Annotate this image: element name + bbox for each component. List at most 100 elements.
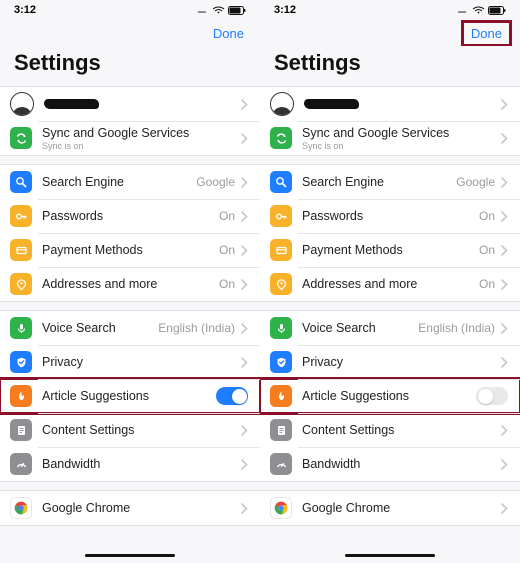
- chrome-icon: [270, 497, 292, 519]
- page-title: Settings: [0, 46, 260, 86]
- chevron-right-icon: [241, 459, 248, 470]
- row-passwords[interactable]: Passwords On: [260, 199, 520, 233]
- article-toggle[interactable]: [476, 387, 508, 405]
- top-bar: Done: [0, 20, 260, 46]
- account-name-redacted: [44, 99, 99, 109]
- battery-icon: [488, 6, 506, 15]
- signal-icon: [197, 6, 209, 14]
- chevron-right-icon: [241, 357, 248, 368]
- row-addresses-value: On: [219, 277, 235, 291]
- group-advanced: Voice Search English (India) Privacy Art…: [0, 310, 260, 482]
- row-bandwidth-label: Bandwidth: [42, 457, 100, 471]
- flame-icon: [270, 385, 292, 407]
- row-payment[interactable]: Payment Methods On: [260, 233, 520, 267]
- row-passwords-value: On: [219, 209, 235, 223]
- chevron-right-icon: [501, 357, 508, 368]
- row-sync-label: Sync and Google Services: [302, 126, 501, 140]
- row-account[interactable]: [0, 87, 260, 121]
- address-icon: [270, 273, 292, 295]
- chevron-right-icon: [241, 133, 248, 144]
- row-search-engine[interactable]: Search Engine Google: [0, 165, 260, 199]
- chevron-right-icon: [241, 177, 248, 188]
- page-title: Settings: [260, 46, 520, 86]
- row-voice-value: English (India): [418, 321, 495, 335]
- chevron-right-icon: [241, 503, 248, 514]
- row-payment[interactable]: Payment Methods On: [0, 233, 260, 267]
- row-content-settings[interactable]: Content Settings: [0, 413, 260, 447]
- row-privacy[interactable]: Privacy: [260, 345, 520, 379]
- row-sync[interactable]: Sync and Google Services Sync is on: [0, 121, 260, 155]
- row-payment-value: On: [479, 243, 495, 257]
- group-advanced: Voice Search English (India) Privacy Art…: [260, 310, 520, 482]
- row-addresses-value: On: [479, 277, 495, 291]
- row-sync[interactable]: Sync and Google Services Sync is on: [260, 121, 520, 155]
- chevron-right-icon: [501, 425, 508, 436]
- chevron-right-icon: [241, 245, 248, 256]
- chrome-icon: [10, 497, 32, 519]
- status-right: [457, 6, 506, 15]
- wifi-icon: [472, 6, 485, 14]
- row-addresses[interactable]: Addresses and more On: [260, 267, 520, 301]
- top-bar: Done: [260, 20, 520, 46]
- row-passwords-label: Passwords: [42, 209, 103, 223]
- row-sync-subtitle: Sync is on: [42, 141, 241, 151]
- doc-icon: [10, 419, 32, 441]
- row-google-chrome[interactable]: Google Chrome: [0, 491, 260, 525]
- battery-icon: [228, 6, 246, 15]
- chevron-right-icon: [501, 503, 508, 514]
- row-article-label: Article Suggestions: [302, 389, 409, 403]
- row-google-chrome[interactable]: Google Chrome: [260, 491, 520, 525]
- row-search-engine-label: Search Engine: [42, 175, 124, 189]
- row-search-engine[interactable]: Search Engine Google: [260, 165, 520, 199]
- article-toggle[interactable]: [216, 387, 248, 405]
- row-voice[interactable]: Voice Search English (India): [0, 311, 260, 345]
- status-time: 3:12: [14, 4, 36, 16]
- row-voice-value: English (India): [158, 321, 235, 335]
- chevron-right-icon: [241, 279, 248, 290]
- row-account[interactable]: [260, 87, 520, 121]
- row-content-settings[interactable]: Content Settings: [260, 413, 520, 447]
- group-chrome: Google Chrome: [0, 490, 260, 526]
- shield-icon: [270, 351, 292, 373]
- row-payment-label: Payment Methods: [302, 243, 403, 257]
- done-button[interactable]: Done: [207, 24, 250, 43]
- row-content-label: Content Settings: [302, 423, 394, 437]
- done-button[interactable]: Done: [463, 22, 510, 45]
- home-indicator[interactable]: [345, 554, 435, 558]
- signal-icon: [457, 6, 469, 14]
- chevron-right-icon: [241, 323, 248, 334]
- row-bandwidth[interactable]: Bandwidth: [0, 447, 260, 481]
- row-bandwidth-label: Bandwidth: [302, 457, 360, 471]
- shield-icon: [10, 351, 32, 373]
- mic-icon: [10, 317, 32, 339]
- row-passwords[interactable]: Passwords On: [0, 199, 260, 233]
- gauge-icon: [10, 453, 32, 475]
- gauge-icon: [270, 453, 292, 475]
- row-article-suggestions[interactable]: Article Suggestions: [260, 379, 520, 413]
- row-voice[interactable]: Voice Search English (India): [260, 311, 520, 345]
- row-passwords-label: Passwords: [302, 209, 363, 223]
- chevron-right-icon: [241, 211, 248, 222]
- key-icon: [270, 205, 292, 227]
- search-icon: [270, 171, 292, 193]
- group-account: Sync and Google Services Sync is on: [260, 86, 520, 156]
- chevron-right-icon: [501, 245, 508, 256]
- chevron-right-icon: [501, 99, 508, 110]
- doc-icon: [270, 419, 292, 441]
- row-chrome-label: Google Chrome: [42, 501, 130, 515]
- status-bar: 3:12: [260, 0, 520, 20]
- row-addresses[interactable]: Addresses and more On: [0, 267, 260, 301]
- status-bar: 3:12: [0, 0, 260, 20]
- row-article-label: Article Suggestions: [42, 389, 149, 403]
- row-bandwidth[interactable]: Bandwidth: [260, 447, 520, 481]
- row-voice-label: Voice Search: [42, 321, 116, 335]
- row-privacy[interactable]: Privacy: [0, 345, 260, 379]
- phone-left: 3:12 Done Settings Sync and Google: [0, 0, 260, 563]
- row-article-suggestions[interactable]: Article Suggestions: [0, 379, 260, 413]
- home-indicator[interactable]: [85, 554, 175, 558]
- row-chrome-label: Google Chrome: [302, 501, 390, 515]
- row-privacy-label: Privacy: [302, 355, 343, 369]
- row-addresses-label: Addresses and more: [302, 277, 417, 291]
- chevron-right-icon: [501, 211, 508, 222]
- row-privacy-label: Privacy: [42, 355, 83, 369]
